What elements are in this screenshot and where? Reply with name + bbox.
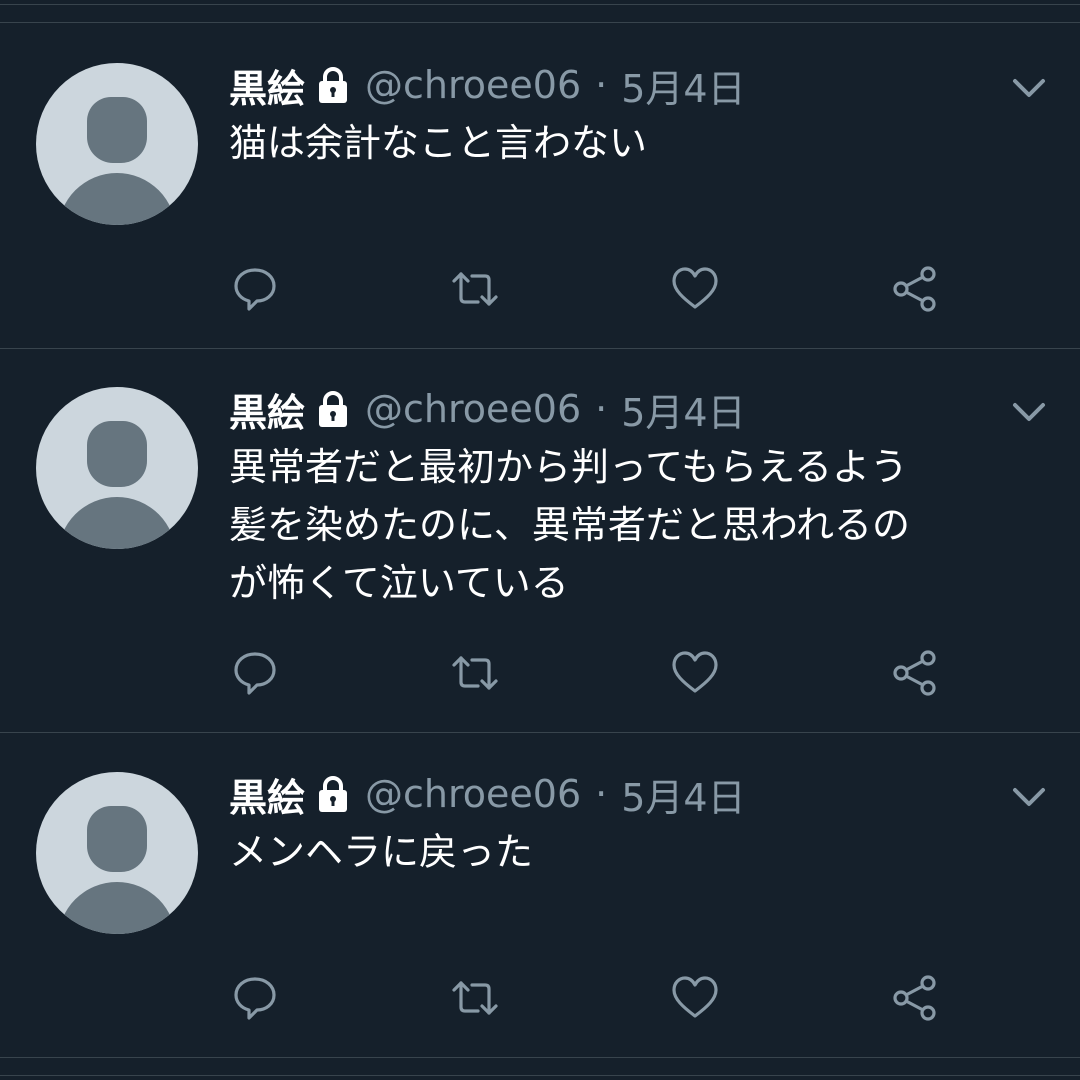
separator-dot: · bbox=[595, 772, 608, 816]
tweet[interactable]: 黒絵 @chroee06 · 5月4日 異常者だと最初から判ってもらえるよう 髪… bbox=[0, 349, 1080, 732]
tweet-date[interactable]: 5月4日 bbox=[621, 767, 745, 822]
lock-icon bbox=[319, 776, 348, 812]
share-icon bbox=[893, 266, 936, 312]
tweet-text: 猫は余計なこと言わない bbox=[229, 121, 648, 165]
like-icon bbox=[672, 651, 718, 693]
avatar[interactable] bbox=[36, 63, 198, 225]
tweet-header: 黒絵 @chroee06 · 5月4日 bbox=[229, 61, 746, 111]
reply-button[interactable] bbox=[230, 973, 280, 1023]
lock-icon bbox=[319, 391, 348, 427]
avatar[interactable] bbox=[36, 772, 198, 934]
reply-icon bbox=[234, 652, 276, 695]
share-button[interactable] bbox=[890, 264, 940, 314]
avatar[interactable] bbox=[36, 387, 198, 549]
avatar-head-shape bbox=[87, 806, 147, 872]
tweet[interactable]: 黒絵 @chroee06 · 5月4日 メンヘラに戻った bbox=[0, 733, 1080, 1057]
like-button[interactable] bbox=[670, 973, 720, 1023]
share-button[interactable] bbox=[890, 648, 940, 698]
chevron-down-icon[interactable] bbox=[1012, 400, 1046, 424]
retweet-icon bbox=[452, 272, 498, 306]
timeline-feed: 黒絵 @chroee06 · 5月4日 猫は余計なこと言わない 黒絵 @chro… bbox=[0, 0, 1080, 1080]
like-button[interactable] bbox=[670, 648, 720, 698]
user-handle[interactable]: @chroee06 bbox=[365, 63, 581, 107]
display-name[interactable]: 黒絵 bbox=[229, 58, 305, 113]
reply-icon bbox=[234, 268, 276, 311]
tweet-text: 異常者だと最初から判ってもらえるよう 髪を染めたのに、異常者だと思われるの が怖… bbox=[229, 445, 910, 605]
avatar-head-shape bbox=[87, 97, 147, 163]
tweet[interactable]: 黒絵 @chroee06 · 5月4日 猫は余計なこと言わない bbox=[0, 0, 1080, 348]
user-handle[interactable]: @chroee06 bbox=[365, 772, 581, 816]
chevron-down-icon[interactable] bbox=[1012, 785, 1046, 809]
divider bbox=[0, 1075, 1080, 1076]
like-icon bbox=[672, 976, 718, 1018]
retweet-button[interactable] bbox=[450, 648, 500, 698]
retweet-button[interactable] bbox=[450, 973, 500, 1023]
retweet-icon bbox=[452, 656, 498, 690]
display-name[interactable]: 黒絵 bbox=[229, 767, 305, 822]
divider bbox=[0, 1057, 1080, 1058]
retweet-button[interactable] bbox=[450, 264, 500, 314]
avatar-body-shape bbox=[58, 882, 176, 934]
avatar-body-shape bbox=[58, 497, 176, 549]
separator-dot: · bbox=[595, 387, 608, 431]
tweet-date[interactable]: 5月4日 bbox=[621, 382, 745, 437]
user-handle[interactable]: @chroee06 bbox=[365, 387, 581, 431]
tweet-actions bbox=[0, 264, 1080, 314]
tweet-text: メンヘラに戻った bbox=[229, 830, 534, 874]
like-button[interactable] bbox=[670, 264, 720, 314]
like-icon bbox=[672, 267, 718, 309]
reply-icon bbox=[234, 977, 276, 1020]
tweet-header: 黒絵 @chroee06 · 5月4日 bbox=[229, 385, 746, 435]
separator-dot: · bbox=[595, 63, 608, 107]
reply-button[interactable] bbox=[230, 648, 280, 698]
display-name[interactable]: 黒絵 bbox=[229, 382, 305, 437]
retweet-icon bbox=[452, 981, 498, 1015]
share-button[interactable] bbox=[890, 973, 940, 1023]
reply-button[interactable] bbox=[230, 264, 280, 314]
share-icon bbox=[893, 975, 936, 1021]
chevron-down-icon[interactable] bbox=[1012, 76, 1046, 100]
tweet-actions bbox=[0, 973, 1080, 1023]
tweet-header: 黒絵 @chroee06 · 5月4日 bbox=[229, 770, 746, 820]
avatar-body-shape bbox=[58, 173, 176, 225]
share-icon bbox=[893, 650, 936, 696]
avatar-head-shape bbox=[87, 421, 147, 487]
tweet-date[interactable]: 5月4日 bbox=[621, 58, 745, 113]
tweet-actions bbox=[0, 648, 1080, 698]
lock-icon bbox=[319, 67, 348, 103]
